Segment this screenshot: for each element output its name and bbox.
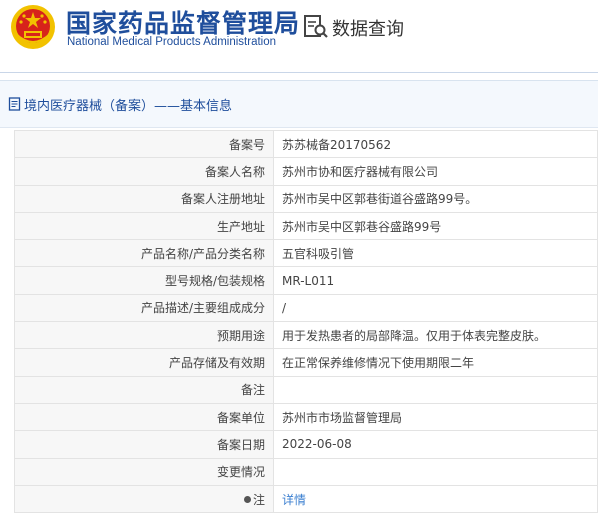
header-divider — [0, 72, 598, 73]
table-row: 备案号 苏苏械备20170562 — [14, 129, 598, 159]
row-label: 型号规格/包装规格 — [14, 266, 274, 295]
table-row: 生产地址 苏州市吴中区郭巷谷盛路99号 — [14, 211, 598, 241]
row-label: 产品存储及有效期 — [14, 348, 274, 377]
data-query-link[interactable]: 数据查询 — [332, 15, 404, 41]
row-label: 产品名称/产品分类名称 — [14, 239, 274, 268]
details-link[interactable]: 详情 — [273, 484, 598, 514]
national-emblem-icon — [11, 5, 55, 49]
table-row: 产品描述/主要组成成分 / — [14, 293, 598, 323]
row-label: 产品描述/主要组成成分 — [14, 293, 274, 323]
row-label: 备案人名称 — [14, 157, 274, 186]
row-label: 生产地址 — [14, 211, 274, 241]
row-label: 预期用途 — [14, 321, 274, 350]
table-row: 备案人注册地址 苏州市吴中区郭巷街道谷盛路99号。 — [14, 184, 598, 213]
panel-title: 境内医疗器械（备案）——基本信息 — [24, 99, 233, 114]
table-row: 型号规格/包装规格 MR-L011 — [14, 266, 598, 295]
row-label: 备案人注册地址 — [14, 184, 274, 213]
data-query-icon[interactable] — [303, 14, 329, 40]
table-row: 备注 — [14, 375, 598, 404]
row-value: / — [273, 293, 598, 323]
table-row: 备案日期 2022-06-08 — [14, 430, 598, 459]
table-row: 备案单位 苏州市市场监督管理局 — [14, 402, 598, 432]
info-table: 备案号 苏苏械备20170562 备案人名称 苏州市协和医疗器械有限公司 备案人注册… — [14, 129, 598, 514]
row-value: MR-L011 — [273, 266, 598, 295]
row-value: 五官科吸引管 — [273, 239, 598, 268]
row-label: 变更情况 — [14, 457, 274, 486]
row-value: 苏州市协和医疗器械有限公司 — [273, 157, 598, 186]
site-header: 国家药品监督管理局 National Medical Products Admi… — [0, 0, 598, 70]
row-value — [273, 375, 598, 404]
row-label: 备案单位 — [14, 402, 274, 432]
document-icon — [8, 97, 21, 111]
row-label: 备案号 — [14, 129, 274, 159]
row-value: 苏州市市场监督管理局 — [273, 402, 598, 432]
row-value — [273, 457, 598, 486]
row-value: 在正常保养维修情况下使用期限二年 — [273, 348, 598, 377]
pin-icon — [243, 495, 251, 503]
table-row: 备案人名称 苏州市协和医疗器械有限公司 — [14, 157, 598, 186]
row-label: 备案日期 — [14, 430, 274, 459]
row-label-note: 注 — [14, 484, 274, 514]
row-value: 苏州市吴中区郭巷谷盛路99号 — [273, 211, 598, 241]
table-row: 变更情况 — [14, 457, 598, 486]
panel-title-bar: 境内医疗器械（备案）——基本信息 — [0, 81, 598, 128]
table-row: 产品名称/产品分类名称 五官科吸引管 — [14, 239, 598, 268]
table-row: 产品存储及有效期 在正常保养维修情况下使用期限二年 — [14, 348, 598, 377]
site-name-cn[interactable]: 国家药品监督管理局 — [66, 4, 300, 40]
site-name-en[interactable]: National Medical Products Administration — [67, 36, 276, 48]
row-value: 用于发热患者的局部降温。仅用于体表完整皮肤。 — [273, 321, 598, 350]
row-value: 苏苏械备20170562 — [273, 129, 598, 159]
note-label: 注 — [252, 492, 265, 507]
table-row: 注 详情 — [14, 484, 598, 514]
row-label: 备注 — [14, 375, 274, 404]
table-row: 预期用途 用于发热患者的局部降温。仅用于体表完整皮肤。 — [14, 321, 598, 350]
row-value: 苏州市吴中区郭巷街道谷盛路99号。 — [273, 184, 598, 213]
row-value: 2022-06-08 — [273, 430, 598, 459]
